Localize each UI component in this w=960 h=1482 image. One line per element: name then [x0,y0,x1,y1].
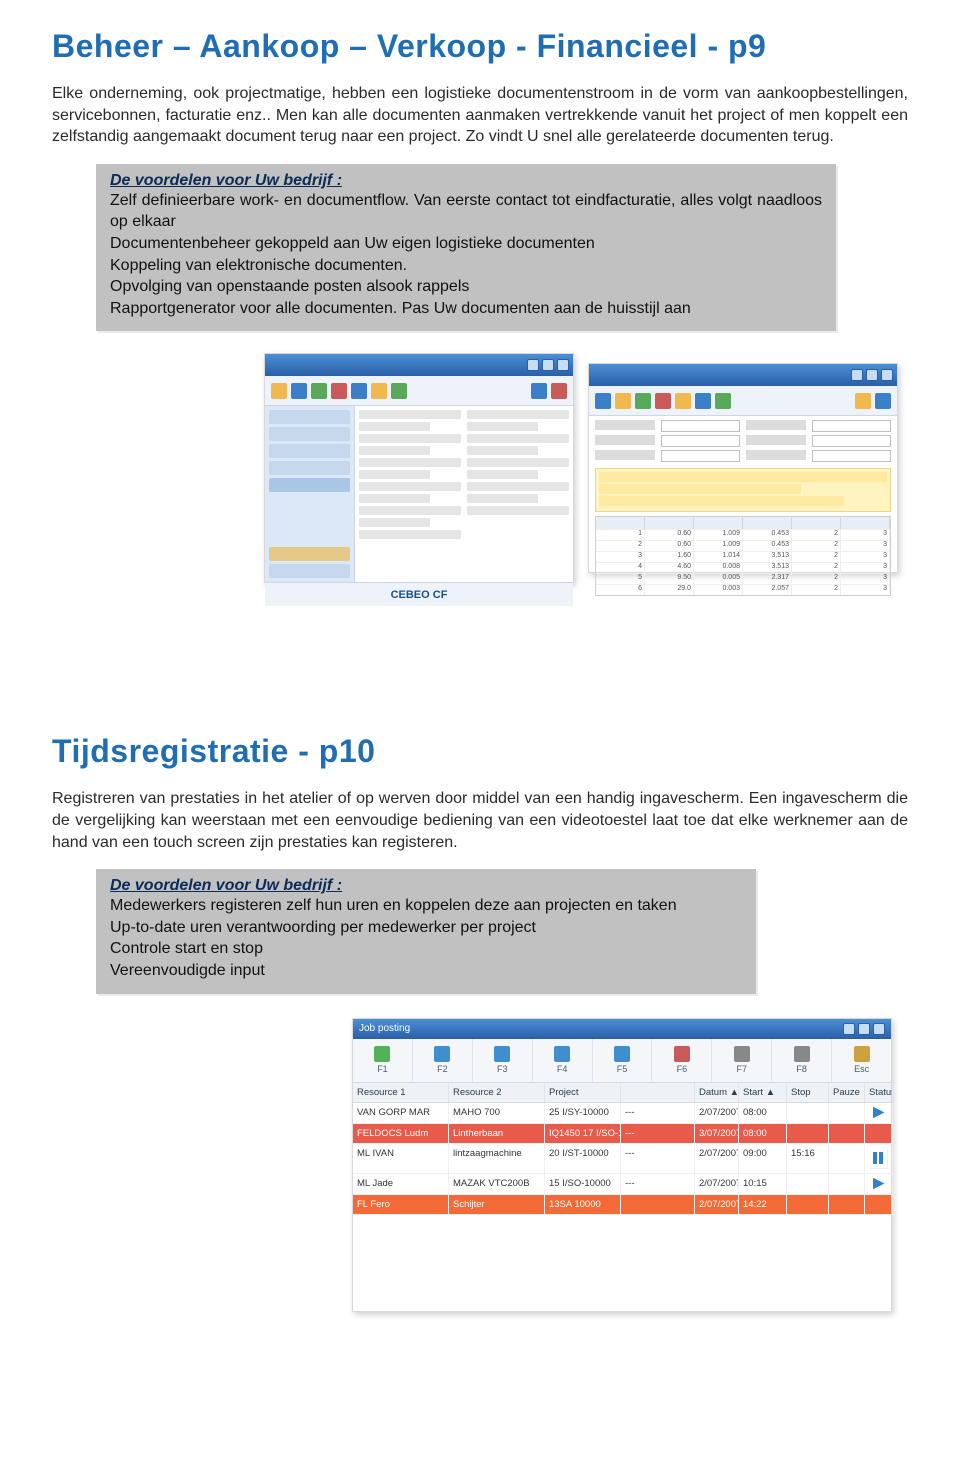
job-toolbar: F1 F2 F3 F4 F5 F6 F7 F8 Esc [353,1039,891,1083]
job-btn-f3[interactable]: F3 [497,1064,508,1074]
col-pauze[interactable]: Pauze [829,1083,865,1102]
figure1-footer: CEBEO CF [265,582,573,606]
job-table-row[interactable]: ML JadeMAZAK VTC200B15 I/SO-10000---2/07… [353,1174,891,1195]
job-table-row[interactable]: ML IVANlintzaagmachine20 I/ST-10000---2/… [353,1144,891,1174]
play-icon [873,1178,885,1190]
col-project[interactable]: Project [545,1083,621,1102]
job-table-row[interactable]: VAN GORP MARMAHO 70025 I/SY-10000---2/07… [353,1103,891,1124]
job-btn-f5[interactable]: F5 [617,1064,628,1074]
job-btn-f4[interactable]: F4 [557,1064,568,1074]
section2-title: Tijdsregistratie - p10 [52,733,908,770]
job-table-header: Resource 1 Resource 2 Project Datum ▲ St… [353,1083,891,1103]
col-resource2[interactable]: Resource 2 [449,1083,545,1102]
section2-benefits-box: De voordelen voor Uw bedrijf : Medewerke… [96,869,756,993]
job-btn-f1[interactable]: F1 [377,1064,388,1074]
section1-title: Beheer – Aankoop – Verkoop - Financieel … [52,28,908,65]
pause-icon [869,1148,888,1169]
job-btn-f6[interactable]: F6 [677,1064,688,1074]
section1-benefits-body: Zelf definieerbare work- en documentflow… [110,190,822,320]
window-titlebar [589,364,897,386]
figure-hoofdmenu: CEBEO CF [264,353,574,583]
job-btn-f8[interactable]: F8 [796,1064,807,1074]
window-titlebar [265,354,573,376]
job-table-row[interactable]: FL FeroSchijter13SA 100002/07/200714:22 [353,1195,891,1215]
toolbar [589,386,897,416]
play-icon [873,1107,885,1119]
section2-benefits-heading: De voordelen voor Uw bedrijf : [110,877,742,895]
job-btn-f7[interactable]: F7 [737,1064,748,1074]
col-resource1[interactable]: Resource 1 [353,1083,449,1102]
section1-figures: CEBEO CF 10.601.0090.45323 20.601. [52,353,908,583]
figure-project-detail: 10.601.0090.45323 20.601.0090.45323 31.6… [588,363,898,573]
col-stop[interactable]: Stop [787,1083,829,1102]
toolbar [265,376,573,406]
section1-benefits-heading: De voordelen voor Uw bedrijf : [110,172,822,190]
section2-intro: Registreren van prestaties in het atelie… [52,788,908,853]
job-btn-f2[interactable]: F2 [437,1064,448,1074]
section1-benefits-box: De voordelen voor Uw bedrijf : Zelf defi… [96,164,836,332]
section2-benefits-body: Medewerkers registeren zelf hun uren en … [110,895,742,981]
col-status[interactable]: Status [865,1083,893,1102]
job-window-titlebar: Job posting [353,1019,891,1039]
col-blank [621,1083,695,1102]
job-window-title-text: Job posting [359,1023,410,1034]
section1-intro: Elke onderneming, ook projectmatige, heb… [52,83,908,148]
job-table-row[interactable]: FELDOCS LudmLintherbaanIQ1450 17 I/SO-10… [353,1124,891,1144]
job-btn-esc[interactable]: Esc [854,1064,869,1074]
job-table-body: VAN GORP MARMAHO 70025 I/SY-10000---2/07… [353,1103,891,1215]
figure-job-posting: Job posting F1 F2 F3 F4 F5 F6 F7 F8 Esc … [352,1018,892,1312]
col-datum[interactable]: Datum ▲ [695,1083,739,1102]
col-start[interactable]: Start ▲ [739,1083,787,1102]
